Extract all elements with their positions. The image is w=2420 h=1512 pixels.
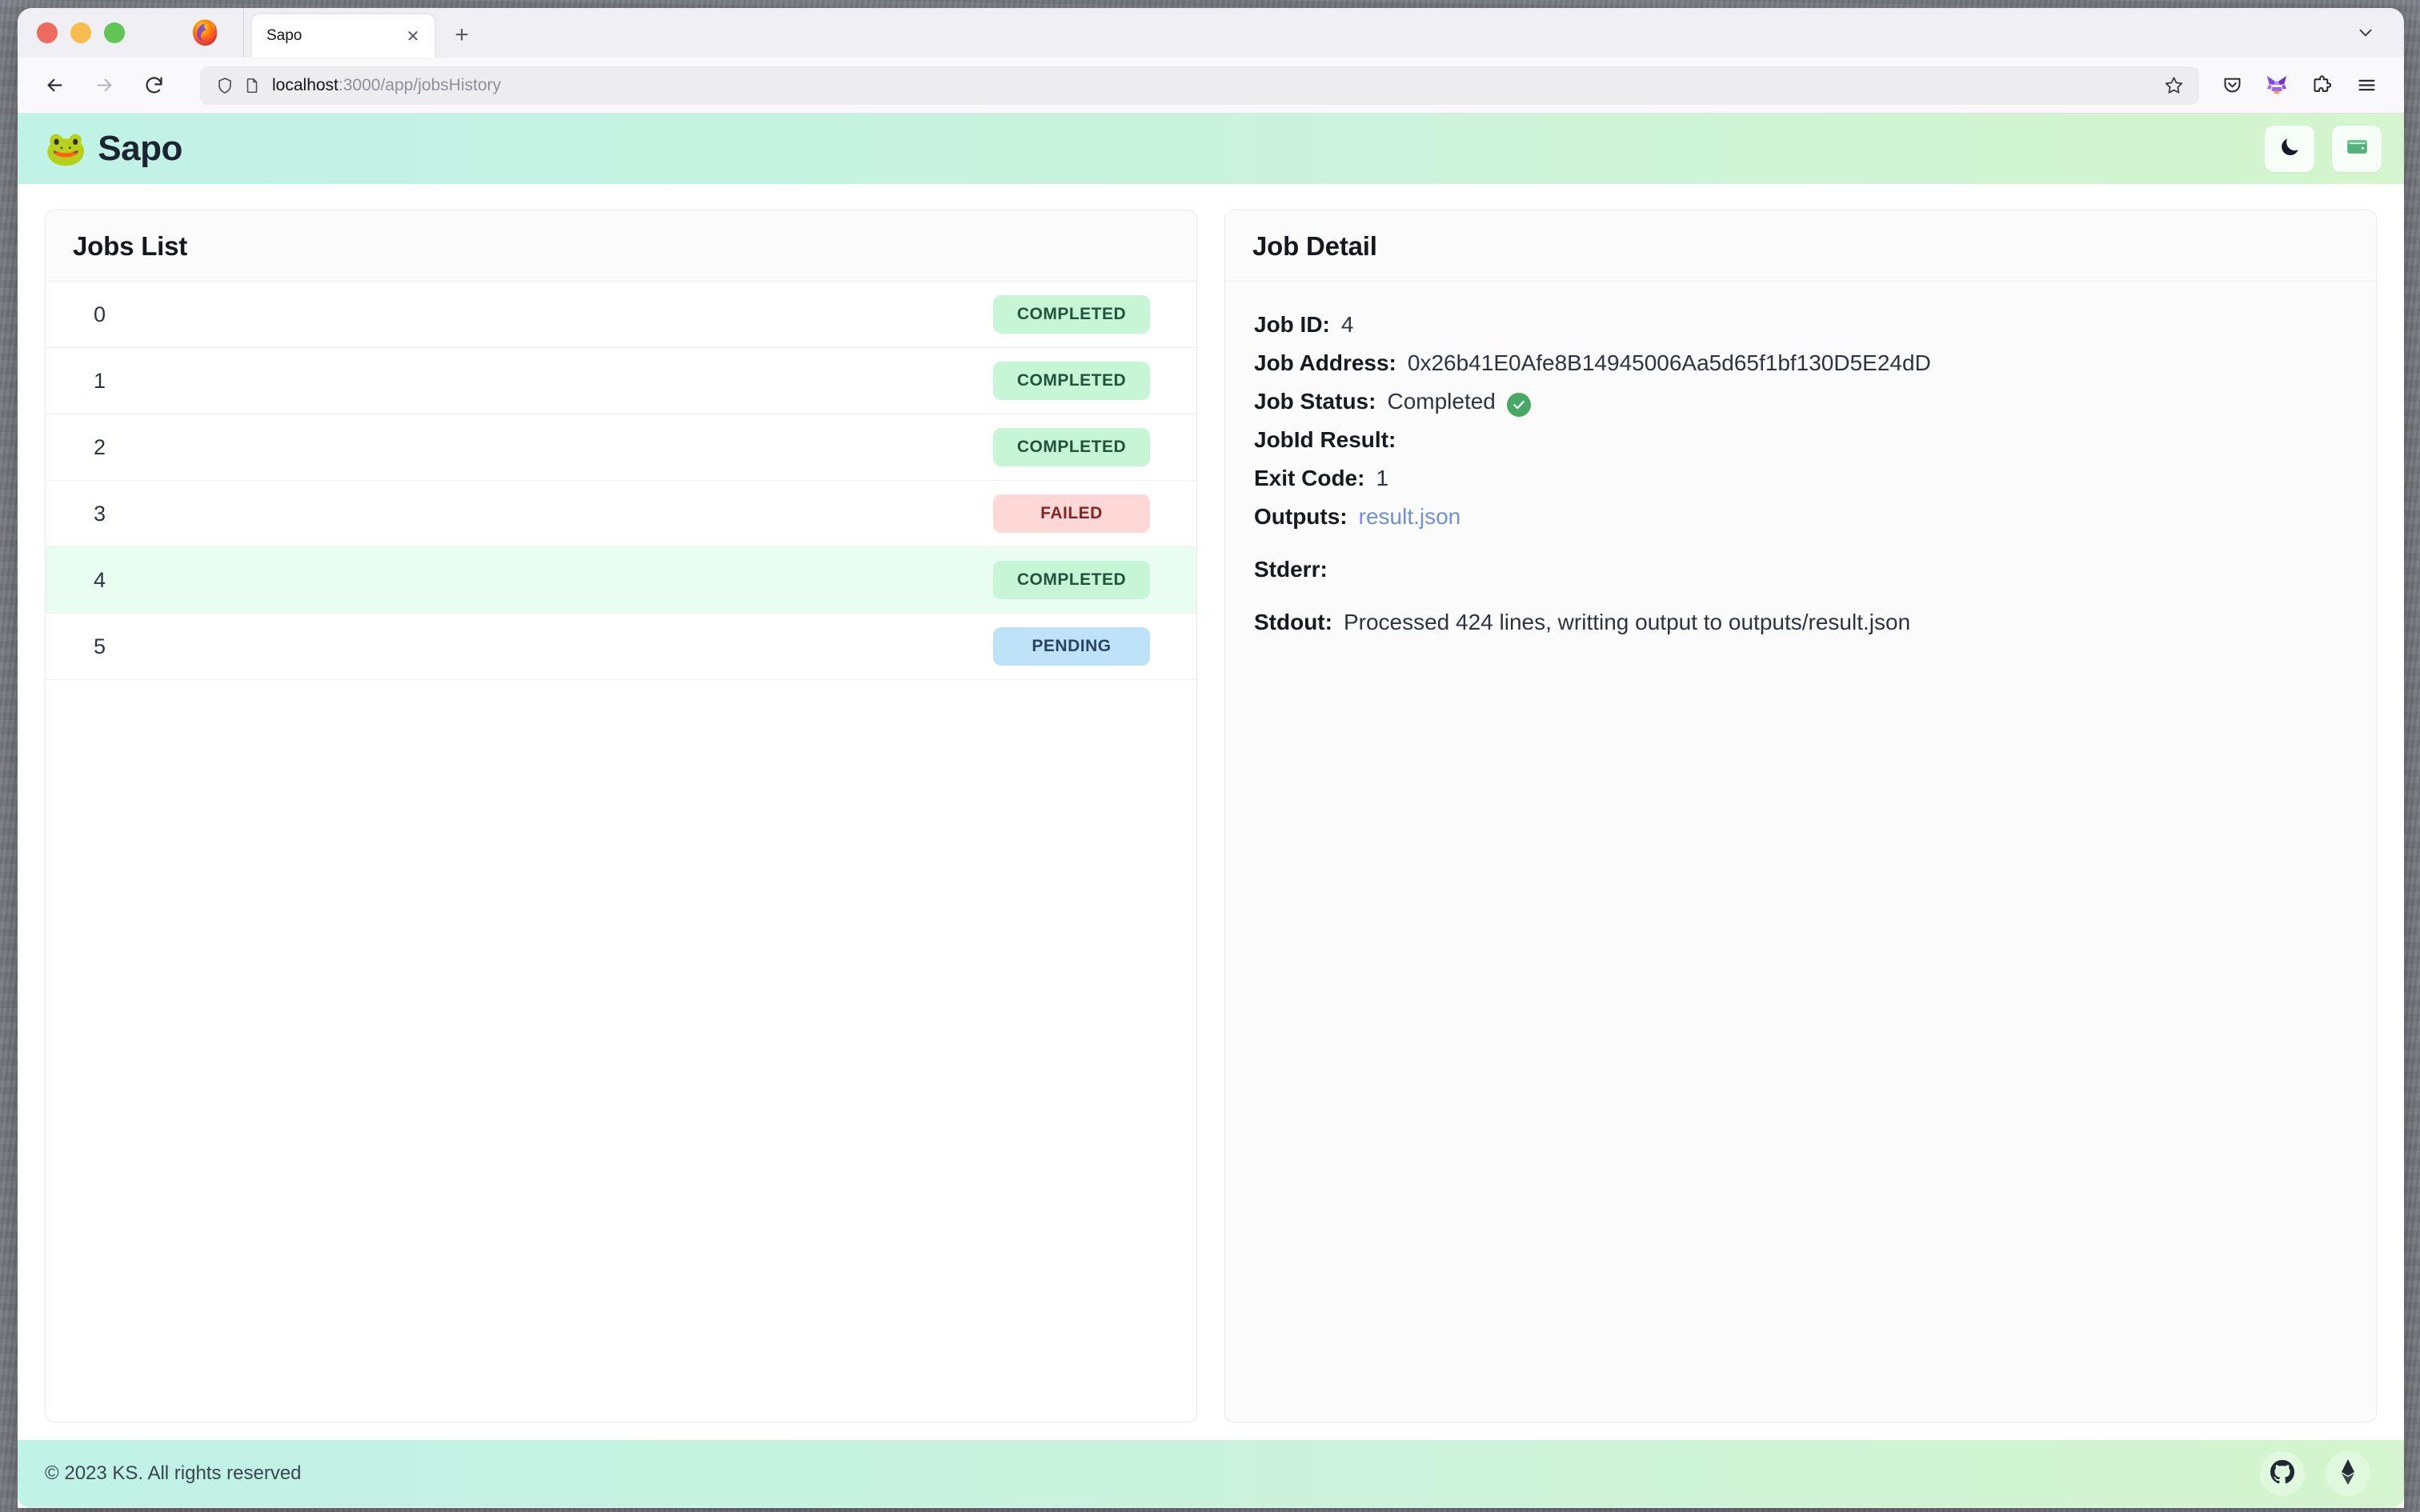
ethereum-icon bbox=[2338, 1458, 2358, 1489]
brand[interactable]: 🐸 Sapo bbox=[45, 129, 182, 169]
status-badge: COMPLETED bbox=[993, 561, 1150, 599]
new-tab-button[interactable]: + bbox=[446, 19, 478, 51]
metamask-fox-icon[interactable] bbox=[2258, 67, 2295, 104]
detail-row-stdout: Stdout: Processed 424 lines, writting ou… bbox=[1254, 603, 2347, 642]
page-icon bbox=[238, 72, 266, 99]
header-actions bbox=[2265, 126, 2382, 172]
table-row[interactable]: 1 COMPLETED bbox=[46, 348, 1196, 414]
back-arrow-icon[interactable] bbox=[35, 66, 74, 105]
window-traffic-lights bbox=[29, 8, 134, 58]
star-icon[interactable] bbox=[2159, 71, 2188, 100]
status-badge: COMPLETED bbox=[993, 428, 1150, 466]
minimize-window-button[interactable] bbox=[70, 22, 91, 43]
firefox-logo-icon bbox=[187, 16, 222, 51]
status-badge: PENDING bbox=[993, 627, 1150, 666]
table-row[interactable]: 4 COMPLETED bbox=[46, 547, 1196, 614]
tab-title: Sapo bbox=[266, 27, 302, 44]
job-detail-panel: Job Detail Job ID: 4 Job Address: 0x26b4… bbox=[1224, 210, 2377, 1422]
chevron-down-icon[interactable] bbox=[2348, 15, 2383, 50]
hamburger-menu-icon[interactable] bbox=[2348, 67, 2385, 104]
job-status-label: Job Status: bbox=[1254, 389, 1376, 414]
url-host: localhost bbox=[272, 75, 339, 94]
detail-row-jobid-result: JobId Result: bbox=[1254, 421, 2347, 459]
github-icon bbox=[2270, 1459, 2294, 1488]
job-address-value: 0x26b41E0Afe8B14945006Aa5d65f1bf130D5E24… bbox=[1407, 350, 1931, 375]
job-row-id: 0 bbox=[94, 302, 106, 326]
app-header: 🐸 Sapo bbox=[18, 114, 2404, 184]
browser-tab[interactable]: Sapo ✕ bbox=[252, 14, 435, 58]
page-content: 🐸 Sapo Jobs List 0 COMPLETED 1 COMPLETED… bbox=[18, 114, 2404, 1507]
main-content: Jobs List 0 COMPLETED 1 COMPLETED 2 COMPLETED… bbox=[18, 184, 2404, 1440]
dark-mode-toggle[interactable] bbox=[2265, 126, 2314, 172]
maximize-window-button[interactable] bbox=[104, 22, 125, 43]
job-status-value: Completed bbox=[1387, 389, 1496, 414]
frog-icon: 🐸 bbox=[45, 130, 87, 167]
github-link[interactable] bbox=[2260, 1451, 2305, 1496]
job-detail-header: Job Detail bbox=[1225, 210, 2376, 282]
reload-icon[interactable] bbox=[134, 66, 173, 105]
detail-row-job-status: Job Status: Completed bbox=[1254, 382, 2347, 421]
wallet-button[interactable] bbox=[2332, 126, 2382, 172]
exit-code-value: 1 bbox=[1376, 466, 1389, 490]
table-row[interactable]: 5 PENDING bbox=[46, 614, 1196, 680]
url-path: :3000/app/jobsHistory bbox=[338, 75, 502, 94]
detail-row-stderr: Stderr: bbox=[1254, 550, 2347, 589]
moon-icon bbox=[2278, 135, 2302, 162]
url-bar[interactable]: localhost:3000/app/jobsHistory bbox=[200, 66, 2199, 105]
footer-social-links bbox=[2260, 1451, 2370, 1496]
table-row[interactable]: 3 FAILED bbox=[46, 481, 1196, 547]
job-row-id: 3 bbox=[94, 501, 106, 526]
desktop-background: Sapo ✕ + localhost:3000/app/jobsHistory … bbox=[0, 0, 2420, 1512]
job-address-label: Job Address: bbox=[1254, 350, 1396, 375]
job-detail-body: Job ID: 4 Job Address: 0x26b41E0Afe8B149… bbox=[1225, 282, 2376, 1422]
copyright-text: © 2023 KS. All rights reserved bbox=[45, 1462, 302, 1484]
table-row[interactable]: 0 COMPLETED bbox=[46, 282, 1196, 348]
outputs-file-link[interactable]: result.json bbox=[1359, 498, 1461, 536]
ethereum-link[interactable] bbox=[2326, 1451, 2370, 1496]
tab-close-icon[interactable]: ✕ bbox=[403, 26, 423, 46]
browser-nav-toolbar: localhost:3000/app/jobsHistory bbox=[18, 58, 2404, 114]
job-id-value: 4 bbox=[1340, 312, 1354, 337]
outputs-label: Outputs: bbox=[1254, 504, 1348, 529]
stderr-label: Stderr: bbox=[1254, 557, 1328, 582]
table-row[interactable]: 2 COMPLETED bbox=[46, 414, 1196, 481]
detail-row-job-id: Job ID: 4 bbox=[1254, 306, 2347, 344]
job-id-label: Job ID: bbox=[1254, 312, 1330, 337]
exit-code-label: Exit Code: bbox=[1254, 466, 1365, 490]
job-row-id: 2 bbox=[94, 434, 106, 459]
browser-window: Sapo ✕ + localhost:3000/app/jobsHistory … bbox=[18, 8, 2404, 1508]
job-row-id: 1 bbox=[94, 368, 106, 393]
app-footer: © 2023 KS. All rights reserved bbox=[18, 1440, 2404, 1507]
detail-row-outputs: Outputs: result.json bbox=[1254, 498, 2347, 536]
jobs-list-panel: Jobs List 0 COMPLETED 1 COMPLETED 2 COMPLETED… bbox=[45, 210, 1197, 1422]
jobs-list-header: Jobs List bbox=[46, 210, 1196, 282]
stdout-value: Processed 424 lines, writting output to … bbox=[1343, 610, 1911, 634]
tab-strip-divider bbox=[243, 8, 244, 58]
detail-row-job-address: Job Address: 0x26b41E0Afe8B14945006Aa5d6… bbox=[1254, 344, 2347, 382]
job-row-id: 4 bbox=[94, 567, 106, 592]
browser-tab-strip: Sapo ✕ + bbox=[18, 8, 2404, 58]
job-detail-title: Job Detail bbox=[1252, 231, 1377, 261]
stdout-label: Stdout: bbox=[1254, 610, 1332, 634]
status-badge: COMPLETED bbox=[993, 362, 1150, 400]
toolbar-extension-icons bbox=[2214, 67, 2385, 104]
page-title: Sapo bbox=[98, 129, 182, 168]
status-check-icon bbox=[1506, 393, 1531, 417]
wallet-icon bbox=[2345, 134, 2370, 163]
pocket-icon[interactable] bbox=[2214, 67, 2250, 104]
status-badge: COMPLETED bbox=[993, 295, 1150, 334]
jobs-list-body: 0 COMPLETED 1 COMPLETED 2 COMPLETED 3 FAILED 4 CO… bbox=[46, 282, 1196, 1422]
close-window-button[interactable] bbox=[37, 22, 58, 43]
puzzle-piece-icon[interactable] bbox=[2303, 67, 2340, 104]
url-text: localhost:3000/app/jobsHistory bbox=[272, 76, 2159, 95]
status-badge: FAILED bbox=[993, 494, 1150, 533]
forward-arrow-icon[interactable] bbox=[85, 66, 123, 105]
detail-row-exit-code: Exit Code: 1 bbox=[1254, 459, 2347, 498]
shield-icon bbox=[211, 72, 238, 99]
job-row-id: 5 bbox=[94, 634, 106, 658]
jobid-result-label: JobId Result: bbox=[1254, 427, 1396, 452]
jobs-list-title: Jobs List bbox=[73, 231, 188, 261]
